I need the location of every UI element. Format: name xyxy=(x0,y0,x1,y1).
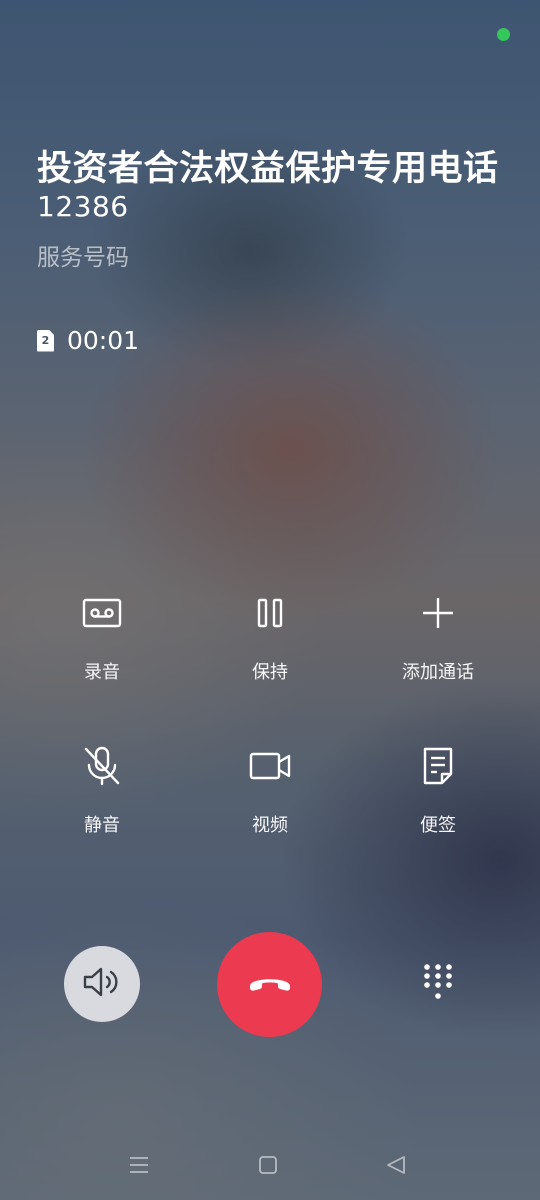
speaker-icon xyxy=(82,965,122,1003)
keypad-button[interactable] xyxy=(408,954,468,1014)
call-status-row: 2 00:01 xyxy=(37,326,139,355)
keypad-icon xyxy=(423,963,453,1005)
record-icon xyxy=(72,585,132,641)
end-call-button[interactable] xyxy=(217,932,322,1037)
caller-number: 12386 xyxy=(37,190,129,223)
video-label: 视频 xyxy=(252,815,288,836)
video-call-button[interactable]: 视频 xyxy=(190,738,350,837)
hold-button[interactable]: 保持 xyxy=(190,585,350,684)
menu-icon xyxy=(129,1156,149,1178)
notes-button[interactable]: 便签 xyxy=(358,738,518,837)
hold-label: 保持 xyxy=(252,662,288,683)
record-label: 录音 xyxy=(84,662,120,683)
status-indicator-dot xyxy=(497,28,510,41)
video-icon xyxy=(240,738,300,794)
system-navigation-bar xyxy=(0,1140,540,1195)
add-call-label: 添加通话 xyxy=(402,662,474,683)
caller-name: 投资者合法权益保护专用电话 xyxy=(37,149,499,189)
sim-card-icon: 2 xyxy=(37,329,54,352)
mute-label: 静音 xyxy=(84,815,120,836)
call-timer: 00:01 xyxy=(67,326,140,355)
mic-off-icon xyxy=(72,738,132,794)
mute-button[interactable]: 静音 xyxy=(22,738,182,837)
plus-icon xyxy=(408,585,468,641)
pause-icon xyxy=(240,585,300,641)
notes-label: 便签 xyxy=(420,815,456,836)
sim-slot-number: 2 xyxy=(41,334,50,347)
speaker-button[interactable] xyxy=(64,946,140,1022)
menu-button[interactable] xyxy=(124,1154,154,1180)
home-button[interactable] xyxy=(253,1154,283,1180)
back-button[interactable] xyxy=(381,1154,411,1180)
add-call-button[interactable]: 添加通话 xyxy=(358,585,518,684)
end-call-icon xyxy=(247,973,293,997)
caller-type-label: 服务号码 xyxy=(37,245,129,271)
home-icon xyxy=(258,1155,278,1179)
back-icon xyxy=(386,1155,406,1179)
record-button[interactable]: 录音 xyxy=(22,585,182,684)
note-icon xyxy=(408,738,468,794)
